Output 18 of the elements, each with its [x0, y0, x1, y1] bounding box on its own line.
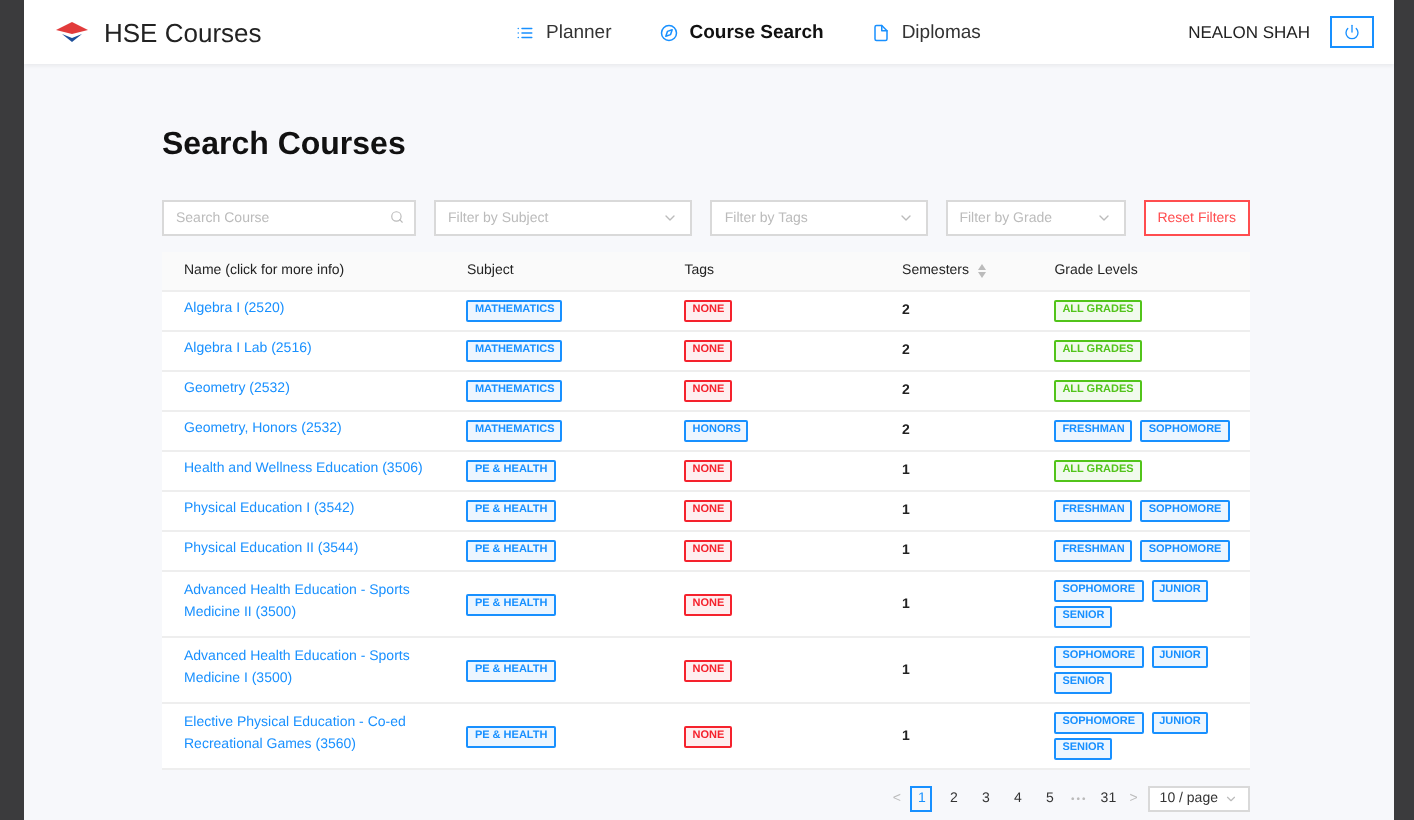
list-icon — [516, 23, 534, 41]
nav-link[interactable]: Diplomas — [871, 21, 981, 43]
chevron-icon — [1095, 210, 1112, 226]
chevron-icon — [662, 210, 679, 226]
compass-icon — [659, 23, 678, 41]
logout-button[interactable] — [1330, 16, 1374, 48]
nav-link[interactable]: Planner — [516, 21, 612, 43]
search-icon — [390, 210, 404, 224]
document-icon — [871, 23, 890, 41]
chevron-icon — [897, 210, 914, 226]
power-icon — [1344, 24, 1360, 40]
nav-link[interactable]: Course Search — [659, 21, 824, 43]
logo-icon — [56, 22, 88, 42]
chevron-icon — [1224, 792, 1238, 806]
app-title: HSE Courses — [104, 17, 262, 47]
user-name: NEALON SHAH — [1188, 22, 1310, 42]
sort-icon[interactable] — [977, 264, 985, 278]
page-title: Search Courses — [162, 128, 408, 164]
